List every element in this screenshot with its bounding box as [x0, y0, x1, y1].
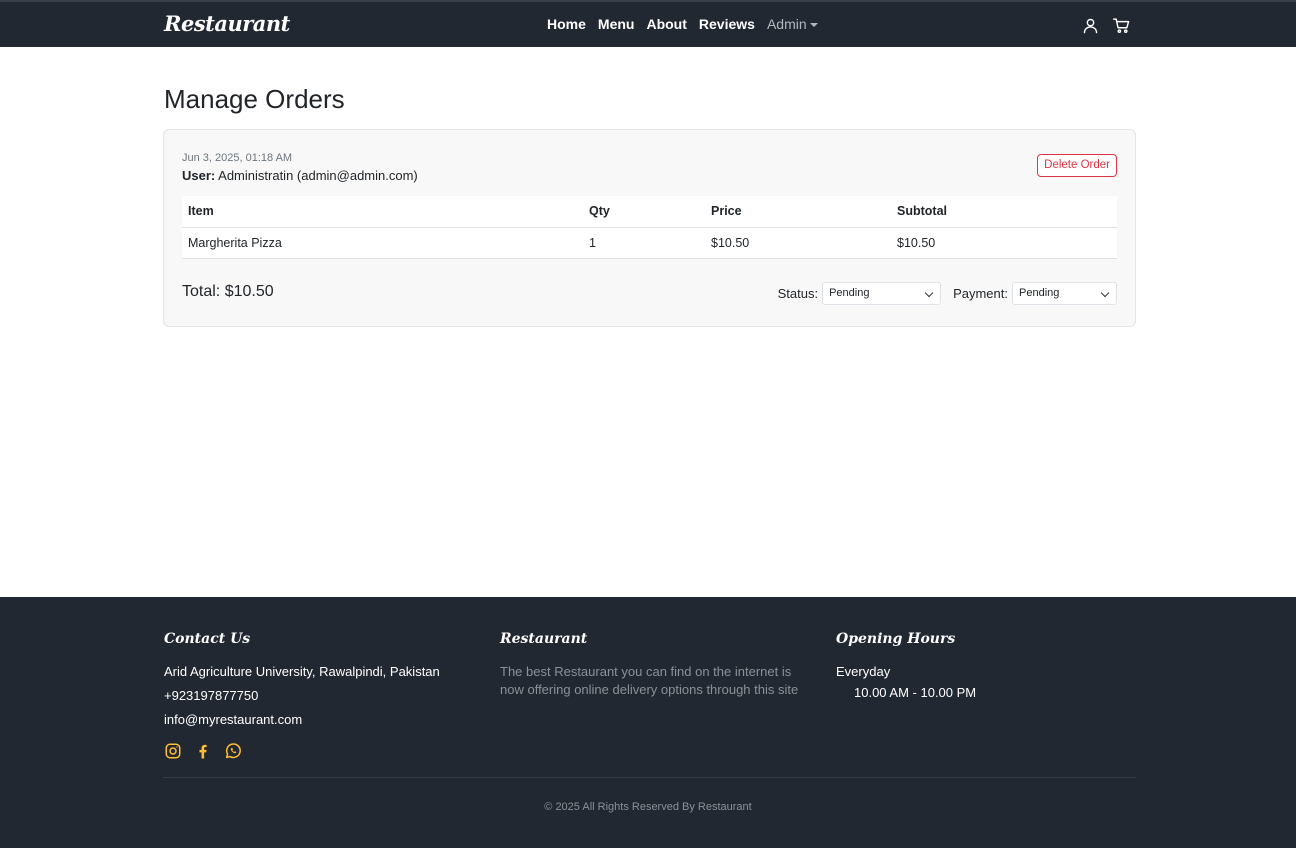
column-header-subtotal: Subtotal [891, 196, 1117, 228]
payment-select-value: Pending [1019, 287, 1060, 299]
chevron-down-icon [924, 288, 934, 298]
column-header-item: Item [182, 196, 583, 228]
social-links [164, 742, 242, 760]
footer-phone[interactable]: +923197877750 [164, 688, 258, 703]
footer: Contact Us Arid Agriculture University, … [0, 597, 1296, 848]
column-header-price: Price [705, 196, 891, 228]
order-date: Jun 3, 2025, 01:18 AM [182, 152, 293, 164]
nav-admin-dropdown[interactable]: Admin [767, 16, 818, 32]
table-row: Margherita Pizza 1 $10.50 $10.50 [182, 227, 1117, 259]
cell-qty: 1 [583, 227, 705, 259]
order-total: Total: $10.50 [182, 283, 274, 300]
footer-address: Arid Agriculture University, Rawalpindi,… [164, 664, 440, 679]
footer-about-line2: now offering online delivery options thr… [500, 682, 799, 697]
order-user-label: User: [182, 168, 216, 183]
nav-menu-link[interactable]: Menu [598, 16, 635, 32]
footer-divider [163, 777, 1136, 778]
order-controls: Status: Pending Payment: Pending [778, 282, 1117, 305]
order-user: User: Administratin (admin@admin.com) [182, 168, 418, 183]
nav-admin-label: Admin [766, 16, 807, 32]
column-header-qty: Qty [583, 196, 705, 228]
table-header-row: Item Qty Price Subtotal [182, 196, 1117, 228]
footer-about-text: The best Restaurant you can find on the … [500, 663, 798, 699]
instagram-icon[interactable] [164, 742, 182, 760]
nav-home-link[interactable]: Home [547, 16, 586, 32]
cell-subtotal: $10.50 [891, 227, 1117, 259]
payment-label: Payment: [953, 286, 1008, 301]
order-user-value: Administratin (admin@admin.com) [218, 168, 418, 183]
cart-icon[interactable] [1113, 17, 1130, 34]
footer-contact-heading: Contact Us [164, 631, 251, 647]
payment-select[interactable]: Pending [1012, 282, 1117, 305]
nav-reviews-link[interactable]: Reviews [699, 16, 755, 32]
footer-about-line1: The best Restaurant you can find on the … [500, 664, 792, 679]
footer-about-heading: Restaurant [500, 631, 588, 647]
page-title: Manage Orders [164, 84, 345, 114]
nav-about-link[interactable]: About [646, 16, 686, 32]
footer-hours-day: Everyday [836, 664, 891, 679]
footer-hours-heading: Opening Hours [836, 631, 956, 647]
status-select[interactable]: Pending [822, 282, 942, 305]
footer-copyright: © 2025 All Rights Reserved By Restaurant [544, 801, 752, 813]
whatsapp-icon[interactable] [224, 742, 242, 760]
footer-email[interactable]: info@myrestaurant.com [164, 712, 302, 727]
brand-logo[interactable]: Restaurant [164, 11, 290, 36]
facebook-icon[interactable] [194, 742, 212, 760]
cell-item: Margherita Pizza [182, 227, 583, 259]
chevron-down-icon [1100, 288, 1110, 298]
cell-price: $10.50 [705, 227, 891, 259]
caret-down-icon [809, 22, 818, 27]
user-icon[interactable] [1082, 17, 1099, 34]
nav-icons [1082, 17, 1130, 34]
order-card: Jun 3, 2025, 01:18 AM User: Administrati… [163, 129, 1136, 327]
status-label: Status: [777, 286, 819, 301]
delete-order-button[interactable]: Delete Order [1037, 154, 1117, 177]
nav-links: Home Menu About Reviews Admin [547, 16, 830, 32]
status-select-value: Pending [829, 287, 870, 299]
footer-hours-time: 10.00 AM - 10.00 PM [854, 685, 977, 700]
navbar: Restaurant Home Menu About Reviews Admin [0, 0, 1296, 47]
order-items-table: Item Qty Price Subtotal Margherita Pizza… [182, 196, 1117, 259]
